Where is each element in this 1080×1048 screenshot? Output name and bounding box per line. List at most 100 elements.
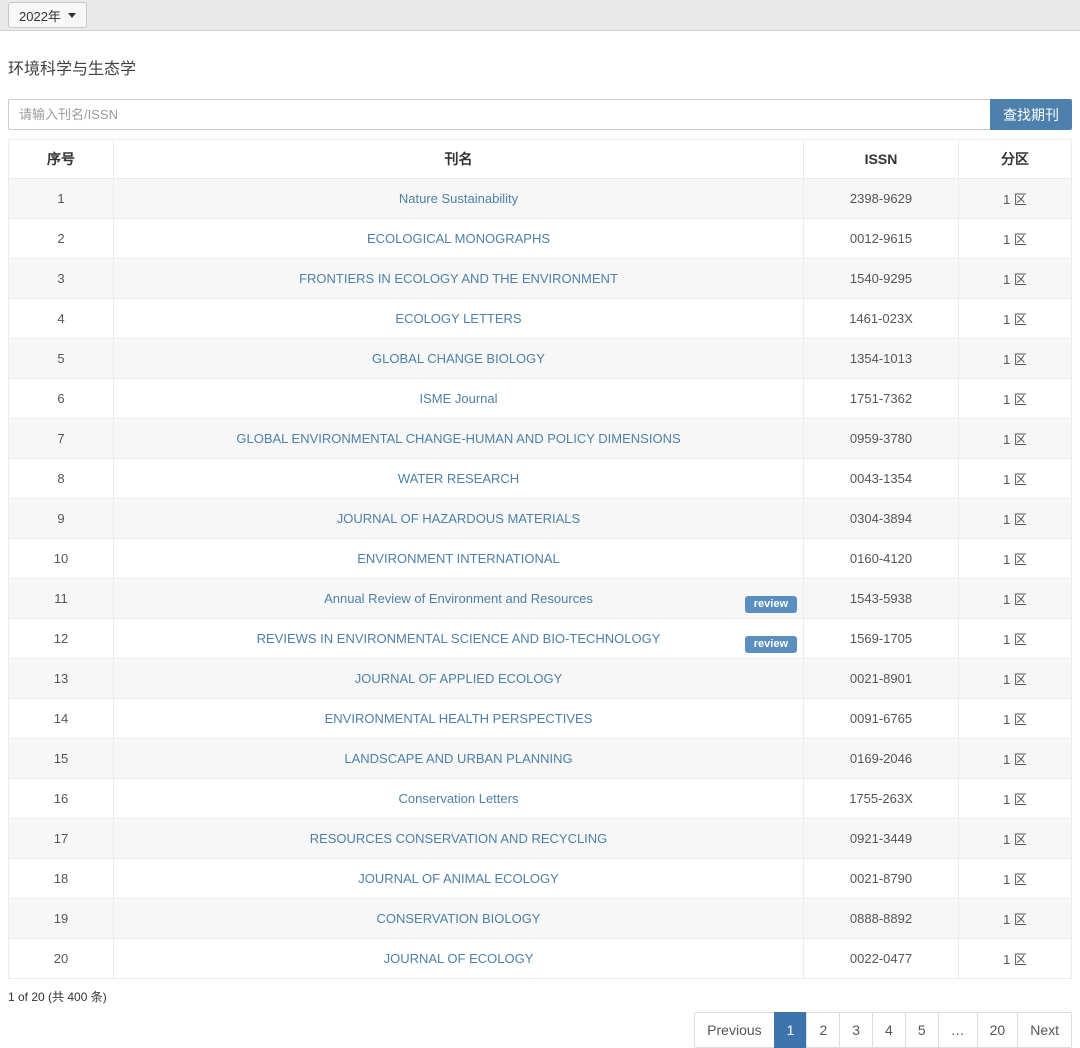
journal-issn: 0091-6765 [804,699,959,739]
journal-zone: 1 区 [959,259,1072,299]
pagination-page-1[interactable]: 1 [774,1012,808,1048]
journal-name-cell: REVIEWS IN ENVIRONMENTAL SCIENCE AND BIO… [114,619,804,659]
journal-link[interactable]: REVIEWS IN ENVIRONMENTAL SCIENCE AND BIO… [257,631,661,646]
journal-name-cell: ENVIRONMENTAL HEALTH PERSPECTIVES [114,699,804,739]
table-row: 3 FRONTIERS IN ECOLOGY AND THE ENVIRONME… [9,259,1072,299]
journal-link[interactable]: JOURNAL OF ANIMAL ECOLOGY [358,871,559,886]
journal-name-cell: JOURNAL OF ECOLOGY [114,939,804,979]
journal-link[interactable]: ECOLOGY LETTERS [395,311,521,326]
journal-link[interactable]: ENVIRONMENT INTERNATIONAL [357,551,559,566]
journal-zone: 1 区 [959,819,1072,859]
journal-name-cell: RESOURCES CONSERVATION AND RECYCLING [114,819,804,859]
journal-link[interactable]: JOURNAL OF HAZARDOUS MATERIALS [337,511,580,526]
journal-link[interactable]: GLOBAL ENVIRONMENTAL CHANGE-HUMAN AND PO… [236,431,680,446]
row-index: 15 [9,739,114,779]
pagination-page-2[interactable]: 2 [806,1012,840,1048]
search-journal-button[interactable]: 查找期刊 [990,99,1072,130]
journal-name-cell: JOURNAL OF APPLIED ECOLOGY [114,659,804,699]
table-row: 10 ENVIRONMENT INTERNATIONAL 0160-4120 1… [9,539,1072,579]
row-index: 4 [9,299,114,339]
row-index: 13 [9,659,114,699]
pagination-page-3[interactable]: 3 [839,1012,873,1048]
journal-zone: 1 区 [959,299,1072,339]
top-bar: 2022年 [0,0,1080,31]
table-row: 12 REVIEWS IN ENVIRONMENTAL SCIENCE AND … [9,619,1072,659]
year-dropdown-label: 2022年 [19,6,61,25]
journal-link[interactable]: ENVIRONMENTAL HEALTH PERSPECTIVES [325,711,593,726]
pagination-page-20[interactable]: 20 [977,1012,1019,1048]
journal-issn: 0921-3449 [804,819,959,859]
journal-link[interactable]: JOURNAL OF ECOLOGY [384,951,534,966]
table-row: 6 ISME Journal 1751-7362 1 区 [9,379,1072,419]
pagination-previous-button[interactable]: Previous [694,1012,774,1048]
journal-issn: 1540-9295 [804,259,959,299]
journal-issn: 0304-3894 [804,499,959,539]
row-index: 8 [9,459,114,499]
journal-issn: 1543-5938 [804,579,959,619]
journal-link[interactable]: Conservation Letters [399,791,519,806]
journal-link[interactable]: FRONTIERS IN ECOLOGY AND THE ENVIRONMENT [299,271,618,286]
table-row: 17 RESOURCES CONSERVATION AND RECYCLING … [9,819,1072,859]
row-index: 12 [9,619,114,659]
journal-zone: 1 区 [959,779,1072,819]
journal-table-body: 1 Nature Sustainability 2398-9629 1 区 2 … [9,179,1072,979]
journal-link[interactable]: RESOURCES CONSERVATION AND RECYCLING [310,831,608,846]
row-index: 9 [9,499,114,539]
journal-link[interactable]: ECOLOGICAL MONOGRAPHS [367,231,550,246]
pagination-page-5[interactable]: 5 [905,1012,939,1048]
journal-zone: 1 区 [959,339,1072,379]
row-index: 19 [9,899,114,939]
journal-zone: 1 区 [959,379,1072,419]
journal-name-cell: CONSERVATION BIOLOGY [114,899,804,939]
journal-table: 序号 刊名 ISSN 分区 1 Nature Sustainability 23… [8,139,1072,979]
journal-link[interactable]: LANDSCAPE AND URBAN PLANNING [344,751,572,766]
pagination-page-4[interactable]: 4 [872,1012,906,1048]
row-index: 17 [9,819,114,859]
row-index: 6 [9,379,114,419]
pagination-next-button[interactable]: Next [1017,1012,1072,1048]
journal-issn: 0169-2046 [804,739,959,779]
journal-link[interactable]: WATER RESEARCH [398,471,519,486]
journal-issn: 0888-8892 [804,899,959,939]
search-input[interactable] [8,99,990,130]
journal-name-cell: ENVIRONMENT INTERNATIONAL [114,539,804,579]
journal-zone: 1 区 [959,699,1072,739]
table-row: 9 JOURNAL OF HAZARDOUS MATERIALS 0304-38… [9,499,1072,539]
table-row: 20 JOURNAL OF ECOLOGY 0022-0477 1 区 [9,939,1072,979]
journal-name-cell: Annual Review of Environment and Resourc… [114,579,804,619]
row-index: 18 [9,859,114,899]
journal-issn: 0959-3780 [804,419,959,459]
row-index: 10 [9,539,114,579]
table-row: 18 JOURNAL OF ANIMAL ECOLOGY 0021-8790 1… [9,859,1072,899]
journal-zone: 1 区 [959,579,1072,619]
journal-name-cell: ECOLOGY LETTERS [114,299,804,339]
journal-name-cell: GLOBAL CHANGE BIOLOGY [114,339,804,379]
journal-link[interactable]: Annual Review of Environment and Resourc… [324,591,593,606]
journal-name-cell: ISME Journal [114,379,804,419]
journal-zone: 1 区 [959,939,1072,979]
journal-zone: 1 区 [959,179,1072,219]
journal-link[interactable]: JOURNAL OF APPLIED ECOLOGY [355,671,563,686]
table-row: 1 Nature Sustainability 2398-9629 1 区 [9,179,1072,219]
journal-zone: 1 区 [959,659,1072,699]
journal-link[interactable]: GLOBAL CHANGE BIOLOGY [372,351,545,366]
chevron-down-icon [68,13,76,18]
year-dropdown-button[interactable]: 2022年 [8,2,87,28]
table-row: 8 WATER RESEARCH 0043-1354 1 区 [9,459,1072,499]
journal-issn: 0022-0477 [804,939,959,979]
table-row: 2 ECOLOGICAL MONOGRAPHS 0012-9615 1 区 [9,219,1072,259]
table-header-row: 序号 刊名 ISSN 分区 [9,140,1072,179]
record-count-summary: 1 of 20 (共 400 条) [8,988,1072,1005]
journal-name-cell: Nature Sustainability [114,179,804,219]
journal-link[interactable]: CONSERVATION BIOLOGY [377,911,541,926]
row-index: 20 [9,939,114,979]
column-header-name: 刊名 [114,140,804,179]
journal-issn: 1354-1013 [804,339,959,379]
journal-zone: 1 区 [959,739,1072,779]
row-index: 14 [9,699,114,739]
journal-link[interactable]: ISME Journal [419,391,497,406]
table-row: 16 Conservation Letters 1755-263X 1 区 [9,779,1072,819]
journal-name-cell: FRONTIERS IN ECOLOGY AND THE ENVIRONMENT [114,259,804,299]
journal-link[interactable]: Nature Sustainability [399,191,518,206]
column-header-zone: 分区 [959,140,1072,179]
